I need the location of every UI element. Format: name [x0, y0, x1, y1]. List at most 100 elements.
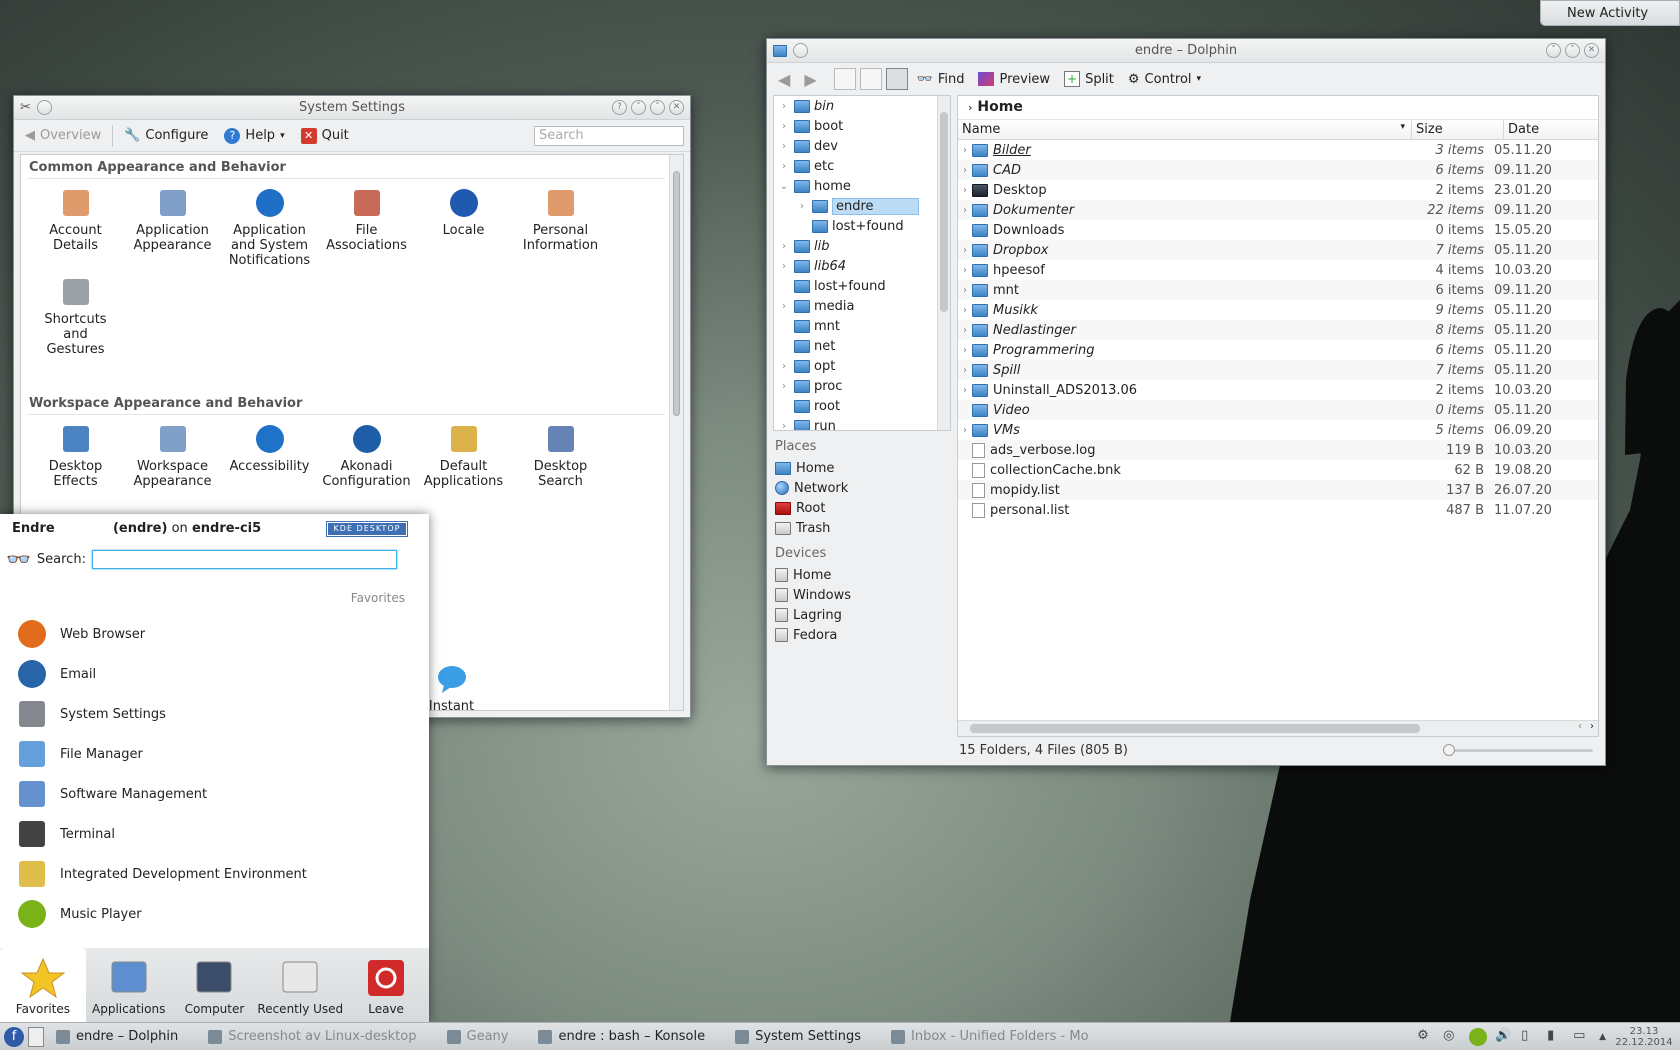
scroll-left-icon[interactable]: ‹: [1578, 721, 1582, 732]
minimize-button[interactable]: ˅: [631, 100, 646, 115]
favorite-item[interactable]: Software Management: [16, 774, 406, 814]
file-row[interactable]: › Dokumenter 22 items 09.11.20: [958, 200, 1598, 220]
favorite-item[interactable]: System Settings: [16, 694, 406, 734]
expand-icon[interactable]: ›: [778, 121, 790, 132]
clipboard-tray-icon[interactable]: ▯: [1521, 1028, 1539, 1046]
column-name[interactable]: Name ▾: [958, 120, 1412, 139]
expand-icon[interactable]: ›: [958, 265, 972, 276]
file-row[interactable]: › VMs 5 items 06.09.20: [958, 420, 1598, 440]
new-activity-button[interactable]: New Activity: [1540, 0, 1680, 26]
file-row[interactable]: › Desktop 2 items 23.01.20: [958, 180, 1598, 200]
column-date[interactable]: Date: [1504, 120, 1564, 139]
minimize-button[interactable]: ˅: [1546, 43, 1561, 58]
expand-icon[interactable]: ›: [958, 365, 972, 376]
expand-icon[interactable]: ›: [958, 385, 972, 396]
tree-item[interactable]: ⌄ home: [774, 176, 950, 196]
tree-item[interactable]: › endre: [774, 196, 950, 216]
expand-icon[interactable]: ›: [958, 325, 972, 336]
breadcrumb[interactable]: › Home: [958, 96, 1598, 120]
tree-item[interactable]: › run: [774, 416, 950, 430]
settings-item[interactable]: Akonadi Configuration: [318, 415, 415, 489]
details-view-button[interactable]: [885, 68, 908, 90]
places-item[interactable]: Home: [773, 458, 951, 478]
file-row[interactable]: Video 0 items 05.11.20: [958, 400, 1598, 420]
favorite-item[interactable]: File Manager: [16, 734, 406, 774]
favorite-item[interactable]: Email: [16, 654, 406, 694]
settings-item[interactable]: File Associations: [318, 179, 415, 268]
tree-item[interactable]: net: [774, 336, 950, 356]
file-row[interactable]: › Spill 7 items 05.11.20: [958, 360, 1598, 380]
file-row[interactable]: › Musikk 9 items 05.11.20: [958, 300, 1598, 320]
file-row[interactable]: › mnt 6 items 09.11.20: [958, 280, 1598, 300]
launcher-icon[interactable]: f: [4, 1026, 24, 1047]
tree-item[interactable]: lost+found: [774, 216, 950, 236]
expand-icon[interactable]: ›: [778, 101, 790, 112]
places-item[interactable]: Network: [773, 478, 951, 498]
device-item[interactable]: Windows: [773, 585, 951, 605]
settings-item[interactable]: Account Details: [27, 179, 124, 268]
tab-favorites[interactable]: Favorites: [0, 948, 86, 1022]
help-icon[interactable]: ?: [612, 100, 627, 115]
file-row[interactable]: › Dropbox 7 items 05.11.20: [958, 240, 1598, 260]
tree-item[interactable]: › lib: [774, 236, 950, 256]
settings-item[interactable]: Default Applications: [415, 415, 512, 489]
breadcrumb-home[interactable]: Home: [977, 99, 1022, 115]
find-button[interactable]: 👓 Find: [912, 69, 970, 90]
expand-icon[interactable]: ›: [778, 161, 790, 172]
scroll-thumb[interactable]: [970, 724, 1420, 733]
close-button[interactable]: ✕: [669, 100, 684, 115]
device-item[interactable]: Lagring: [773, 605, 951, 625]
tree-item[interactable]: › opt: [774, 356, 950, 376]
file-row[interactable]: personal.list 487 B 11.07.20: [958, 500, 1598, 520]
expand-icon[interactable]: ⌄: [778, 181, 790, 192]
expand-icon[interactable]: ›: [958, 185, 972, 196]
settings-item[interactable]: Accessibility: [221, 415, 318, 489]
spotify-tray-icon[interactable]: [1469, 1027, 1488, 1046]
file-row[interactable]: › Uninstall_ADS2013.06 2 items 10.03.20: [958, 380, 1598, 400]
expand-icon[interactable]: ›: [778, 301, 790, 312]
taskbar-task[interactable]: System Settings: [729, 1024, 867, 1050]
search-input[interactable]: [91, 549, 397, 569]
column-size[interactable]: Size: [1412, 120, 1504, 139]
taskbar-task[interactable]: Geany: [441, 1024, 515, 1050]
tray-expand-icon[interactable]: ▲: [1599, 1032, 1606, 1042]
settings-item[interactable]: Workspace Appearance: [124, 415, 221, 489]
pager-icon[interactable]: [28, 1026, 44, 1047]
settings-item[interactable]: Application and System Notifications: [221, 179, 318, 268]
tree-item[interactable]: › bin: [774, 96, 950, 116]
expand-icon[interactable]: ›: [958, 285, 972, 296]
taskbar-task[interactable]: endre – Dolphin: [50, 1024, 184, 1050]
tree-item[interactable]: lost+found: [774, 276, 950, 296]
file-row[interactable]: › Programmering 6 items 05.11.20: [958, 340, 1598, 360]
expand-icon[interactable]: ›: [958, 345, 972, 356]
tree-item[interactable]: › lib64: [774, 256, 950, 276]
settings-item[interactable]: Application Appearance: [124, 179, 221, 268]
scroll-thumb[interactable]: [673, 171, 680, 416]
zoom-slider-handle[interactable]: [1443, 744, 1455, 756]
file-row[interactable]: › hpeesof 4 items 10.03.20: [958, 260, 1598, 280]
settings-item[interactable]: Desktop Search: [512, 415, 609, 489]
settings-item[interactable]: Shortcuts and Gestures: [27, 268, 124, 357]
tree-item[interactable]: root: [774, 396, 950, 416]
favorite-item[interactable]: Music Player: [16, 894, 406, 934]
back-button[interactable]: ◀: [773, 67, 795, 92]
tree-item[interactable]: › etc: [774, 156, 950, 176]
favorite-item[interactable]: Integrated Development Environment: [16, 854, 406, 894]
taskbar-task[interactable]: endre : bash – Konsole: [532, 1024, 711, 1050]
configure-button[interactable]: 🔧 Configure: [119, 125, 213, 146]
compact-view-button[interactable]: [859, 68, 882, 90]
tree-item[interactable]: › boot: [774, 116, 950, 136]
tree-scrollbar[interactable]: [937, 96, 950, 430]
taskbar-task[interactable]: Screenshot av Linux-desktop: [202, 1024, 422, 1050]
expand-icon[interactable]: ›: [958, 305, 972, 316]
settings-item[interactable]: Personal Information: [512, 179, 609, 268]
places-item[interactable]: Trash: [773, 518, 951, 538]
preview-button[interactable]: Preview: [973, 69, 1055, 90]
expand-icon[interactable]: ›: [958, 245, 972, 256]
file-row[interactable]: mopidy.list 137 B 26.07.20: [958, 480, 1598, 500]
quit-button[interactable]: ✕ Quit: [296, 125, 354, 147]
expand-icon[interactable]: ›: [958, 205, 972, 216]
file-row[interactable]: ads_verbose.log 119 B 10.03.20: [958, 440, 1598, 460]
favorite-item[interactable]: Terminal: [16, 814, 406, 854]
search-input[interactable]: Search: [534, 125, 684, 146]
